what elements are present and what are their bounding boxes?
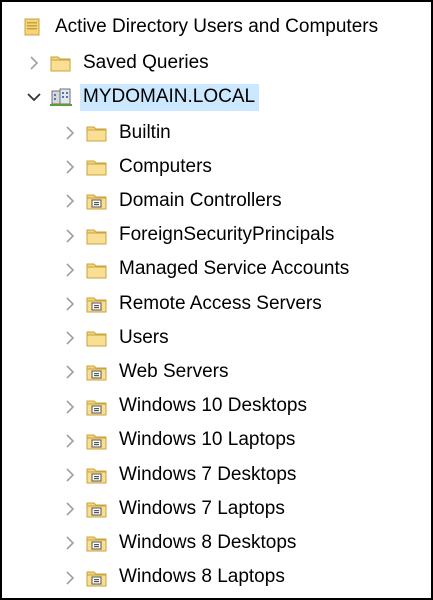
chevron-right-icon[interactable] [62,296,78,312]
folder-icon [86,328,108,348]
chevron-right-icon[interactable] [62,364,78,380]
tree-item-root[interactable]: Active Directory Users and Computers [22,12,431,42]
organizational-unit-icon [86,397,108,417]
tree-item-foreignsecurityprincipals[interactable]: ForeignSecurityPrincipals [62,221,431,251]
tree-item-label: Domain Controllers [119,189,282,211]
tree-item-label: Remote Access Servers [119,292,322,314]
chevron-right-icon[interactable] [62,399,78,415]
chevron-right-icon[interactable] [62,570,78,586]
tree-item-windows-7-desktops[interactable]: Windows 7 Desktops [62,460,431,490]
tree-item-users[interactable]: Users [62,323,431,353]
tree-item-windows-10-laptops[interactable]: Windows 10 Laptops [62,426,431,456]
tree-view: Active Directory Users and Computers Sav… [0,0,433,600]
tree-item-label: Windows 7 Laptops [119,497,285,519]
organizational-unit-icon [86,191,108,211]
tree-item-label: Active Directory Users and Computers [55,15,379,37]
tree-item-label: ForeignSecurityPrincipals [119,224,335,246]
tree-item-label: Windows 8 Desktops [119,531,297,553]
tree-item-domain[interactable]: MYDOMAIN.LOCAL [26,82,431,112]
tree-item-remote-access-servers[interactable]: Remote Access Servers [62,289,431,319]
tree-item-label: Windows 10 Laptops [119,429,296,451]
domain-icon [50,87,72,107]
tree-item-windows-10-desktops[interactable]: Windows 10 Desktops [62,392,431,422]
tree-item-windows-8-laptops[interactable]: Windows 8 Laptops [62,563,431,593]
chevron-down-icon[interactable] [26,89,42,105]
tree-item-builtin[interactable]: Builtin [62,118,431,148]
tree-item-saved-queries[interactable]: Saved Queries [26,48,431,78]
tree-item-label: Web Servers [119,360,229,382]
folder-icon [86,226,108,246]
chevron-right-icon[interactable] [62,193,78,209]
tree-item-label: MYDOMAIN.LOCAL [80,83,260,111]
chevron-right-icon[interactable] [62,262,78,278]
chevron-right-icon[interactable] [62,159,78,175]
organizational-unit-icon [86,499,108,519]
chevron-right-icon[interactable] [62,330,78,346]
chevron-right-icon[interactable] [62,228,78,244]
tree-item-computers[interactable]: Computers [62,152,431,182]
tree-item-managed-service-accounts[interactable]: Managed Service Accounts [62,255,431,285]
folder-icon [86,123,108,143]
tree-item-label: Managed Service Accounts [119,258,350,280]
tree-item-label: Computers [119,155,212,177]
organizational-unit-icon [86,568,108,588]
chevron-right-icon[interactable] [26,55,42,71]
organizational-unit-icon [86,465,108,485]
folder-icon [86,157,108,177]
tree-item-label: Windows 8 Laptops [119,566,285,588]
tree-item-windows-7-laptops[interactable]: Windows 7 Laptops [62,494,431,524]
organizational-unit-icon [86,533,108,553]
tree-item-label: Windows 7 Desktops [119,463,297,485]
chevron-right-icon[interactable] [62,125,78,141]
chevron-right-icon[interactable] [62,467,78,483]
console-root-icon [22,17,44,37]
chevron-right-icon[interactable] [62,535,78,551]
organizational-unit-icon [86,431,108,451]
folder-icon [86,260,108,280]
folder-icon [50,53,72,73]
tree-item-label: Users [119,326,169,348]
organizational-unit-icon [86,362,108,382]
organizational-unit-icon [86,294,108,314]
chevron-right-icon[interactable] [62,501,78,517]
chevron-right-icon[interactable] [62,433,78,449]
tree-item-windows-8-desktops[interactable]: Windows 8 Desktops [62,528,431,558]
tree-item-label: Builtin [119,121,171,143]
tree-item-web-servers[interactable]: Web Servers [62,357,431,387]
tree-item-label: Saved Queries [83,51,209,73]
tree-item-domain-controllers[interactable]: Domain Controllers [62,186,431,216]
tree-item-label: Windows 10 Desktops [119,395,307,417]
